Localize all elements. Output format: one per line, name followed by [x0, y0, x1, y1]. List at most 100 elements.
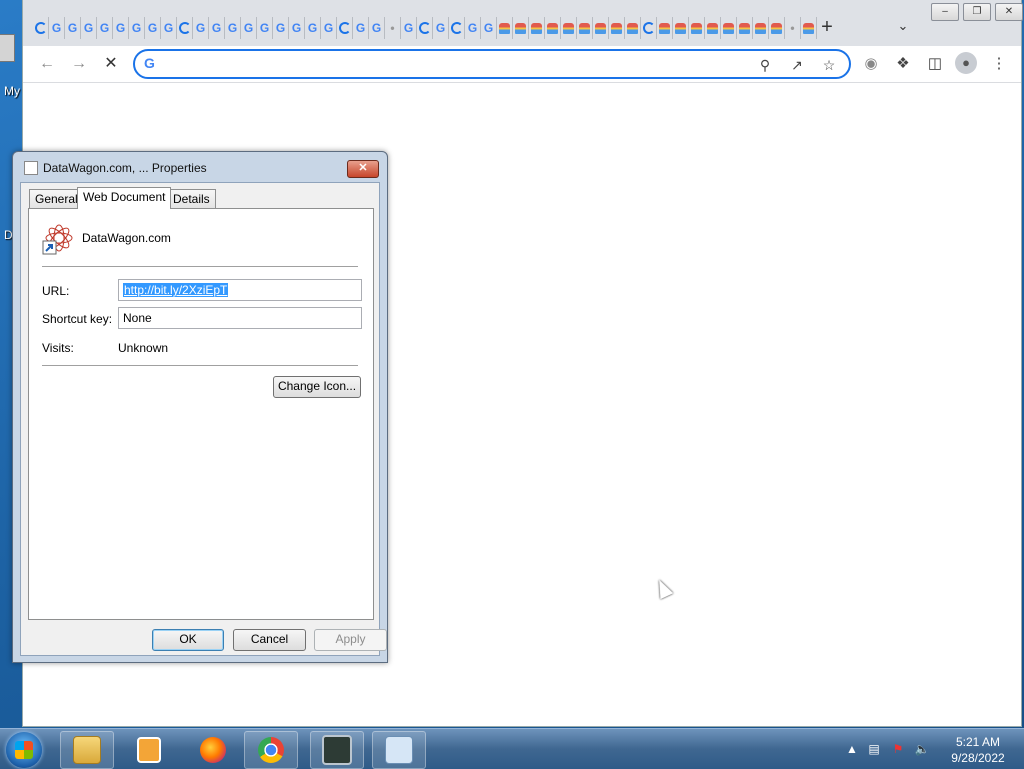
- browser-tab[interactable]: G: [65, 17, 81, 39]
- browser-tab[interactable]: [337, 17, 353, 39]
- taskbar-media-player[interactable]: [122, 731, 176, 769]
- google-g-icon: G: [435, 20, 446, 35]
- browser-tab[interactable]: [513, 17, 529, 39]
- browser-tab[interactable]: [737, 17, 753, 39]
- browser-tab[interactable]: G: [161, 17, 177, 39]
- browser-tab[interactable]: G: [193, 17, 209, 39]
- browser-tab[interactable]: [721, 17, 737, 39]
- taskbar-explorer[interactable]: [60, 731, 114, 769]
- browser-tab[interactable]: [673, 17, 689, 39]
- taskbar-chrome[interactable]: [244, 731, 298, 769]
- browser-tab[interactable]: G: [353, 17, 369, 39]
- address-bar[interactable]: G ⚲ ↗ ☆: [133, 49, 851, 79]
- browser-tab[interactable]: G: [129, 17, 145, 39]
- browser-tab[interactable]: [561, 17, 577, 39]
- shortcut-key-value[interactable]: None: [123, 311, 152, 325]
- browser-tab[interactable]: [417, 17, 433, 39]
- tab-web-document[interactable]: Web Document: [77, 187, 172, 209]
- browser-tab[interactable]: G: [81, 17, 97, 39]
- browser-tab[interactable]: G: [305, 17, 321, 39]
- browser-tab[interactable]: G: [113, 17, 129, 39]
- start-orb[interactable]: [6, 732, 42, 768]
- taskbar-control-panel[interactable]: [372, 731, 426, 769]
- browser-tab[interactable]: G: [273, 17, 289, 39]
- explorer-icon: [73, 736, 101, 764]
- shortcut-key-field[interactable]: None: [118, 307, 362, 329]
- cake-favicon-icon: [547, 22, 558, 34]
- browser-tab[interactable]: G: [97, 17, 113, 39]
- volume-icon[interactable]: 🔈: [914, 741, 930, 757]
- url-label: URL:: [42, 284, 70, 298]
- browser-tab[interactable]: G: [465, 17, 481, 39]
- browser-tab[interactable]: [657, 17, 673, 39]
- browser-tab[interactable]: [609, 17, 625, 39]
- tab-details[interactable]: Details: [167, 189, 216, 208]
- browser-tab[interactable]: [529, 17, 545, 39]
- desktop-icon-label[interactable]: My: [4, 84, 20, 98]
- browser-tab[interactable]: [545, 17, 561, 39]
- loading-spinner-icon: [34, 22, 47, 34]
- cake-favicon-icon: [579, 22, 590, 34]
- browser-tab[interactable]: G: [145, 17, 161, 39]
- browser-tab[interactable]: [689, 17, 705, 39]
- new-tab-button[interactable]: +: [815, 16, 839, 40]
- zoom-icon[interactable]: ⚲: [755, 55, 775, 75]
- profile-button[interactable]: ●: [955, 52, 979, 76]
- taskbar-task-manager[interactable]: [310, 731, 364, 769]
- browser-tab[interactable]: G: [225, 17, 241, 39]
- side-panel-icon[interactable]: ◫: [923, 52, 947, 76]
- url-field-value[interactable]: http://bit.ly/2XziEpT: [123, 283, 229, 297]
- network-icon[interactable]: ▤: [866, 741, 882, 757]
- back-button[interactable]: ←: [35, 52, 59, 76]
- browser-tab[interactable]: G: [257, 17, 273, 39]
- browser-tab[interactable]: G: [401, 17, 417, 39]
- url-field[interactable]: http://bit.ly/2XziEpT: [118, 279, 362, 301]
- stop-button[interactable]: ✕: [99, 52, 123, 76]
- browser-tab[interactable]: [593, 17, 609, 39]
- browser-tab[interactable]: [625, 17, 641, 39]
- show-hidden-icons-arrow[interactable]: ▲: [844, 741, 860, 757]
- tab-general[interactable]: General: [29, 189, 84, 208]
- taskbar-firefox[interactable]: [186, 731, 240, 769]
- extensions-puzzle-icon[interactable]: ❖: [891, 52, 915, 76]
- cancel-button[interactable]: Cancel: [233, 629, 306, 651]
- forward-button[interactable]: →: [67, 52, 91, 76]
- share-icon[interactable]: ↗: [787, 55, 807, 75]
- browser-tab[interactable]: G: [433, 17, 449, 39]
- restore-button[interactable]: ❐: [963, 3, 991, 21]
- loading-spinner-icon: [338, 22, 351, 34]
- browser-tab[interactable]: [753, 17, 769, 39]
- browser-tab[interactable]: •: [385, 17, 401, 39]
- tab-list: G G G G G G G G G G G G G G G G G G G • G G G G •: [33, 16, 817, 40]
- ok-button[interactable]: OK: [152, 629, 224, 651]
- browser-tab[interactable]: G: [241, 17, 257, 39]
- browser-tab[interactable]: [33, 17, 49, 39]
- dialog-close-button[interactable]: ✕: [347, 160, 379, 178]
- desktop-icon-partial[interactable]: [0, 34, 15, 62]
- bookmark-star-icon[interactable]: ☆: [819, 55, 839, 75]
- menu-kebab-icon[interactable]: ⋮: [987, 52, 1011, 76]
- browser-tab[interactable]: [577, 17, 593, 39]
- action-center-flag-icon[interactable]: ⚑: [890, 741, 906, 757]
- browser-tab[interactable]: G: [289, 17, 305, 39]
- browser-tab[interactable]: [497, 17, 513, 39]
- browser-tab[interactable]: •: [785, 17, 801, 39]
- close-window-button[interactable]: ✕: [995, 3, 1023, 21]
- clock[interactable]: 5:21 AM 9/28/2022: [948, 734, 1008, 766]
- dialog-title: DataWagon.com, ... Properties: [43, 161, 207, 175]
- extension-shield-icon[interactable]: ◉: [859, 52, 883, 76]
- browser-tab[interactable]: G: [369, 17, 385, 39]
- browser-tab[interactable]: [769, 17, 785, 39]
- browser-tab[interactable]: G: [209, 17, 225, 39]
- change-icon-button[interactable]: Change Icon...: [273, 376, 361, 398]
- browser-tab[interactable]: [177, 17, 193, 39]
- browser-tab[interactable]: G: [49, 17, 65, 39]
- browser-tab[interactable]: [641, 17, 657, 39]
- browser-tab[interactable]: G: [321, 17, 337, 39]
- google-g-icon: G: [307, 20, 318, 35]
- minimize-button[interactable]: –: [931, 3, 959, 21]
- tab-search-button[interactable]: ⌄: [893, 18, 913, 38]
- browser-tab[interactable]: [705, 17, 721, 39]
- browser-tab[interactable]: G: [481, 17, 497, 39]
- browser-tab[interactable]: [449, 17, 465, 39]
